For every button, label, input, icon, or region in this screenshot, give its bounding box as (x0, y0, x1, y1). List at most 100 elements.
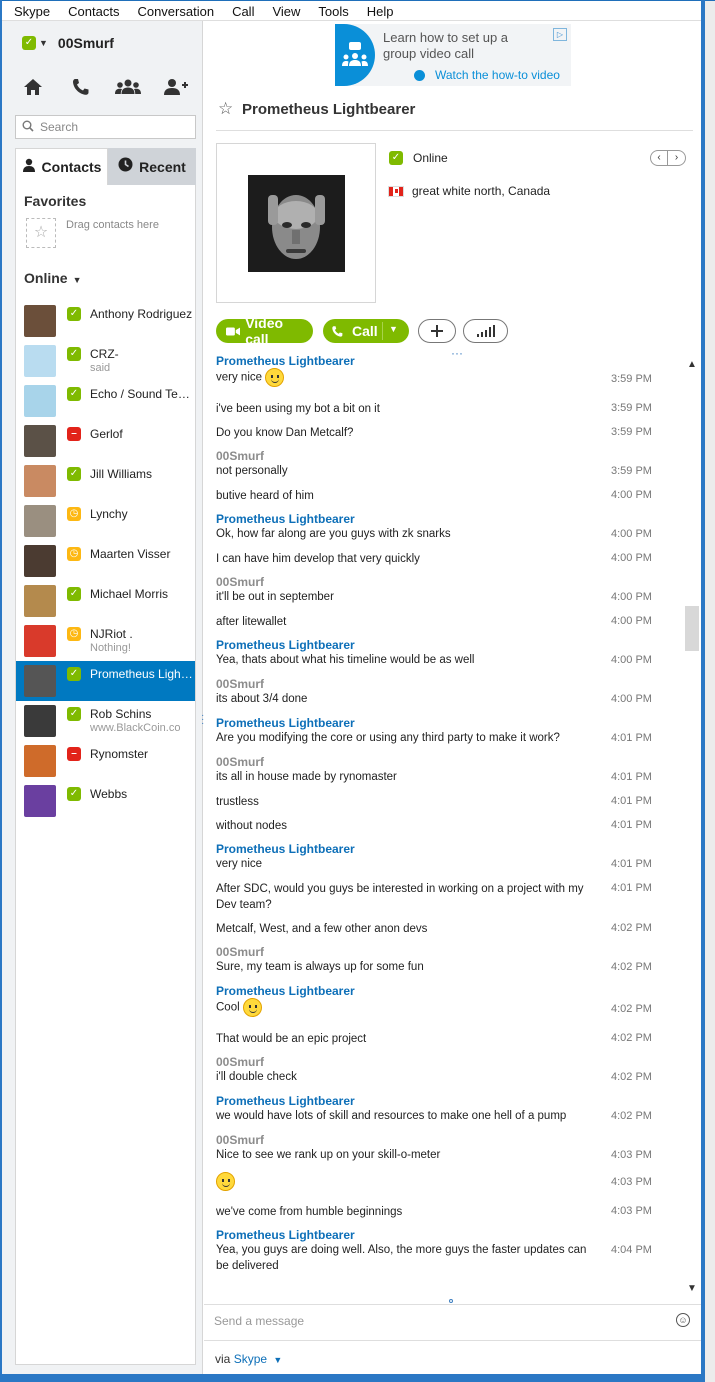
home-icon[interactable] (18, 77, 48, 101)
contact-row[interactable]: ◷ NJRiot . Nothing! (16, 621, 195, 661)
contact-row[interactable]: – Rynomster (16, 741, 195, 781)
message-time: 4:03 PM (611, 1205, 652, 1217)
message-sender[interactable]: 00Smurf (216, 1133, 656, 1147)
favorites-hint: Drag contacts here (66, 219, 159, 231)
contact-card (216, 143, 376, 303)
menu-view[interactable]: View (260, 1, 306, 20)
contact-row[interactable]: ✓ CRZ-said (16, 341, 195, 381)
profile-status-selector[interactable]: ✓ ▼ 00Smurf (22, 33, 114, 53)
online-status-icon: ✓ (67, 307, 81, 321)
via-selector: via Skype ▼ (204, 1340, 701, 1374)
chevron-down-icon[interactable]: ▼ (273, 1355, 282, 1365)
message-text: after litewallet (216, 614, 591, 630)
message-sender[interactable]: 00Smurf (216, 945, 656, 959)
chat-message: 00Smurf Sure, my team is always up for so… (216, 945, 656, 975)
add-contact-icon[interactable] (161, 77, 191, 101)
chevron-down-icon[interactable]: ▼ (687, 1283, 697, 1294)
message-sender[interactable]: Prometheus Lightbearer (216, 354, 656, 368)
message-sender[interactable]: Prometheus Lightbearer (216, 512, 656, 526)
message-time: 4:00 PM (611, 528, 652, 540)
online-status-icon: ✓ (67, 587, 81, 601)
ad-text: Learn how to set up a group video call (383, 30, 509, 61)
contact-row[interactable]: ✓ Prometheus Lightb... (16, 661, 195, 701)
message-sender[interactable]: Prometheus Lightbearer (216, 638, 656, 652)
tab-recent-label: Recent (139, 158, 186, 175)
favorite-star-icon[interactable]: ☆ (218, 99, 233, 119)
group-icon[interactable] (113, 77, 143, 101)
ad-choices-icon[interactable]: ▷ (553, 28, 567, 41)
chat-message: 00Smurf it'll be out in september 4:00 PM (216, 575, 656, 605)
via-service-link[interactable]: Skype (234, 1352, 267, 1366)
message-body: That would be an epic project (216, 1033, 367, 1045)
chevron-down-icon[interactable]: ▼ (389, 324, 398, 334)
menu-contacts[interactable]: Contacts (56, 1, 125, 20)
message-text: it'll be out in september (216, 589, 591, 605)
clock-icon (118, 157, 133, 176)
tab-contacts[interactable]: Contacts (15, 148, 108, 185)
message-body: Nice to see we rank up on your skill-o-m… (216, 1149, 441, 1161)
video-call-button[interactable]: Video call (216, 315, 313, 347)
menu-call[interactable]: Call (220, 1, 260, 20)
scroll-thumb[interactable] (685, 606, 699, 651)
phone-icon[interactable] (66, 77, 96, 101)
chevron-left-icon[interactable]: ‹ (651, 151, 668, 165)
avatar (24, 545, 56, 577)
contact-row[interactable]: ✓ Echo / Sound Test... (16, 381, 195, 421)
menu-conversation[interactable]: Conversation (125, 1, 220, 20)
avatar (24, 585, 56, 617)
message-sender[interactable]: Prometheus Lightbearer (216, 716, 656, 730)
contact-name: Michael Morris (90, 587, 169, 601)
contact-row[interactable]: – Gerlof (16, 421, 195, 461)
message-time: 4:03 PM (611, 1176, 652, 1188)
contact-row[interactable]: ✓ Rob Schins www.BlackCoin.co (16, 701, 195, 741)
message-sender[interactable]: Prometheus Lightbearer (216, 984, 656, 998)
emoticon-icon[interactable]: ☺ (676, 1313, 690, 1327)
message-sender[interactable]: 00Smurf (216, 449, 656, 463)
message-text: its about 3/4 done (216, 691, 591, 707)
group-video-icon (335, 24, 375, 86)
message-sender[interactable]: 00Smurf (216, 1055, 656, 1069)
tab-contacts-label: Contacts (41, 159, 102, 175)
message-time: 4:00 PM (611, 693, 652, 705)
window-frame-right (701, 0, 705, 1382)
video-camera-icon (226, 327, 241, 335)
chat-scrollbar[interactable]: ▲ ▼ (684, 354, 700, 1298)
message-sender[interactable]: Prometheus Lightbearer (216, 1228, 656, 1242)
chat-message: Prometheus Lightbearer Are you modifying … (216, 716, 656, 746)
ad-banner[interactable]: Learn how to set up a group video call W… (335, 24, 571, 86)
message-sender[interactable]: 00Smurf (216, 677, 656, 691)
chat-message: Prometheus Lightbearer Yea, you guys are … (216, 1228, 656, 1274)
chevron-up-icon[interactable]: ▲ (687, 359, 697, 370)
smiley-emoticon-icon (216, 1172, 235, 1191)
menu-tools[interactable]: Tools (306, 1, 354, 20)
message-sender[interactable]: Prometheus Lightbearer (216, 842, 656, 856)
ad-link[interactable]: Watch the how-to video (435, 68, 560, 82)
menu-skype[interactable]: Skype (2, 1, 56, 20)
chevron-right-icon[interactable]: › (668, 151, 685, 165)
resize-handle[interactable] (449, 1299, 453, 1303)
video-call-label: Video call (245, 315, 284, 347)
contact-row[interactable]: ✓ Anthony Rodriguez (16, 301, 195, 341)
search-input[interactable] (40, 120, 190, 134)
call-quality-button[interactable] (463, 319, 508, 343)
chat-message: we've come from humble beginnings 4:03 PM (216, 1204, 656, 1220)
contact-row[interactable]: ◷ Lynchy (16, 501, 195, 541)
menu-help[interactable]: Help (355, 1, 400, 20)
add-button[interactable] (418, 319, 456, 343)
message-sender[interactable]: 00Smurf (216, 575, 656, 589)
tab-recent[interactable]: Recent (108, 148, 196, 185)
contact-name: Prometheus Lightb... (90, 667, 194, 681)
call-button[interactable]: Call ▼ (323, 319, 409, 343)
message-input[interactable] (214, 1314, 654, 1328)
message-sender[interactable]: Prometheus Lightbearer (216, 1094, 656, 1108)
contact-row[interactable]: ✓ Webbs (16, 781, 195, 821)
online-group-heading[interactable]: Online ▼ (24, 270, 81, 286)
message-sender[interactable]: 00Smurf (216, 755, 656, 769)
chat-message: Prometheus Lightbearer Yea, thats about w… (216, 638, 656, 668)
contact-row[interactable]: ◷ Maarten Visser (16, 541, 195, 581)
chat-message: That would be an epic project 4:02 PM (216, 1031, 656, 1047)
message-time: 4:02 PM (611, 961, 652, 973)
message-time: 4:02 PM (611, 922, 652, 934)
contact-row[interactable]: ✓ Michael Morris (16, 581, 195, 621)
contact-row[interactable]: ✓ Jill Williams (16, 461, 195, 501)
